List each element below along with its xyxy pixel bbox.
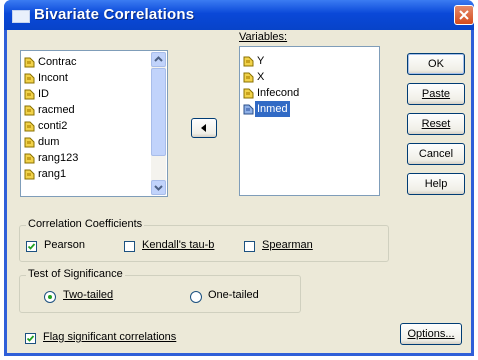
radio-dot xyxy=(48,295,52,299)
ok-button[interactable]: OK xyxy=(407,53,465,75)
test-of-significance-group: Test of Significance Two-tailed One-tail… xyxy=(19,268,301,313)
scale-variable-icon xyxy=(243,72,254,83)
list-item[interactable]: Contrac xyxy=(21,54,151,70)
list-item[interactable]: racmed xyxy=(21,102,151,118)
list-item[interactable]: Infecond xyxy=(240,85,370,101)
list-item-selected[interactable]: Inmed xyxy=(240,101,370,117)
group-title: Test of Significance xyxy=(26,268,125,280)
scroll-down-button[interactable] xyxy=(151,180,166,195)
move-variable-button[interactable] xyxy=(191,118,217,138)
checkmark-icon xyxy=(27,243,36,250)
list-item[interactable]: rang123 xyxy=(21,150,151,166)
list-item-label: Infecond xyxy=(257,87,300,99)
window-title: Bivariate Correlations xyxy=(34,6,195,23)
list-item-label: ID xyxy=(38,88,49,100)
list-item[interactable]: rang1 xyxy=(21,166,151,182)
two-tailed-label[interactable]: Two-tailed xyxy=(63,289,113,301)
list-item-label: Inmed xyxy=(255,101,290,117)
close-button[interactable] xyxy=(454,5,474,25)
vertical-scrollbar[interactable] xyxy=(151,52,166,195)
flag-significant-label[interactable]: Flag significant correlations xyxy=(43,331,176,343)
scale-variable-icon xyxy=(24,105,35,116)
pearson-label[interactable]: Pearson xyxy=(44,239,85,251)
list-item[interactable]: Y xyxy=(240,53,370,69)
list-item-label: X xyxy=(257,71,265,83)
help-button[interactable]: Help xyxy=(407,173,465,195)
list-item-label: dum xyxy=(38,136,60,148)
list-item[interactable]: ID xyxy=(21,86,151,102)
title-bar[interactable]: Bivariate Correlations xyxy=(4,0,474,30)
arrow-left-icon xyxy=(201,124,206,132)
kendall-checkbox[interactable] xyxy=(124,241,135,252)
list-item-label: rang123 xyxy=(38,152,79,164)
source-variable-list[interactable]: Contrac Incont ID racmed conti2 dum rang… xyxy=(20,50,168,197)
dialog-window: Bivariate Correlations Contrac Incont ID xyxy=(4,0,474,356)
list-item-label: rang1 xyxy=(38,168,67,180)
list-item-label: Contrac xyxy=(38,56,77,68)
scale-variable-icon xyxy=(243,56,254,67)
scale-variable-icon xyxy=(24,169,35,180)
one-tailed-label[interactable]: One-tailed xyxy=(208,289,259,301)
scale-variable-icon xyxy=(243,104,254,115)
two-tailed-radio[interactable] xyxy=(44,291,56,303)
list-item[interactable]: X xyxy=(240,69,370,85)
list-item[interactable]: dum xyxy=(21,134,151,150)
scroll-up-button[interactable] xyxy=(151,52,166,67)
reset-button[interactable]: Reset xyxy=(407,113,465,135)
close-icon xyxy=(459,10,469,20)
list-item-label: conti2 xyxy=(38,120,68,132)
paste-button[interactable]: Paste xyxy=(407,83,465,105)
kendall-label[interactable]: Kendall's tau-b xyxy=(142,239,214,251)
chevron-up-icon xyxy=(154,56,163,62)
spearman-checkbox[interactable] xyxy=(244,241,255,252)
window-icon xyxy=(12,10,30,23)
flag-significant-checkbox[interactable] xyxy=(25,333,36,344)
scroll-thumb[interactable] xyxy=(151,68,166,156)
scale-variable-icon xyxy=(24,57,35,68)
scale-variable-icon xyxy=(24,137,35,148)
checkmark-icon xyxy=(26,335,35,342)
scale-variable-icon xyxy=(24,121,35,132)
scale-variable-icon xyxy=(24,153,35,164)
dialog-body: Contrac Incont ID racmed conti2 dum rang… xyxy=(7,30,471,353)
scale-variable-icon xyxy=(24,73,35,84)
pearson-checkbox[interactable] xyxy=(26,241,37,252)
options-button[interactable]: Options... xyxy=(400,323,462,345)
chevron-down-icon xyxy=(154,185,163,191)
spearman-label[interactable]: Spearman xyxy=(262,239,313,251)
list-item-label: Incont xyxy=(38,72,68,84)
scale-variable-icon xyxy=(243,88,254,99)
target-variable-list[interactable]: Y X Infecond Inmed xyxy=(239,46,380,196)
scale-variable-icon xyxy=(24,89,35,100)
list-item[interactable]: conti2 xyxy=(21,118,151,134)
list-item-label: racmed xyxy=(38,104,75,116)
list-item[interactable]: Incont xyxy=(21,70,151,86)
cancel-button[interactable]: Cancel xyxy=(407,143,465,165)
list-item-label: Y xyxy=(257,55,265,67)
correlation-coefficients-group: Correlation Coefficients Pearson Kendall… xyxy=(19,218,389,262)
one-tailed-radio[interactable] xyxy=(190,291,202,303)
variables-label: Variables: xyxy=(239,31,288,43)
group-title: Correlation Coefficients xyxy=(26,218,145,230)
